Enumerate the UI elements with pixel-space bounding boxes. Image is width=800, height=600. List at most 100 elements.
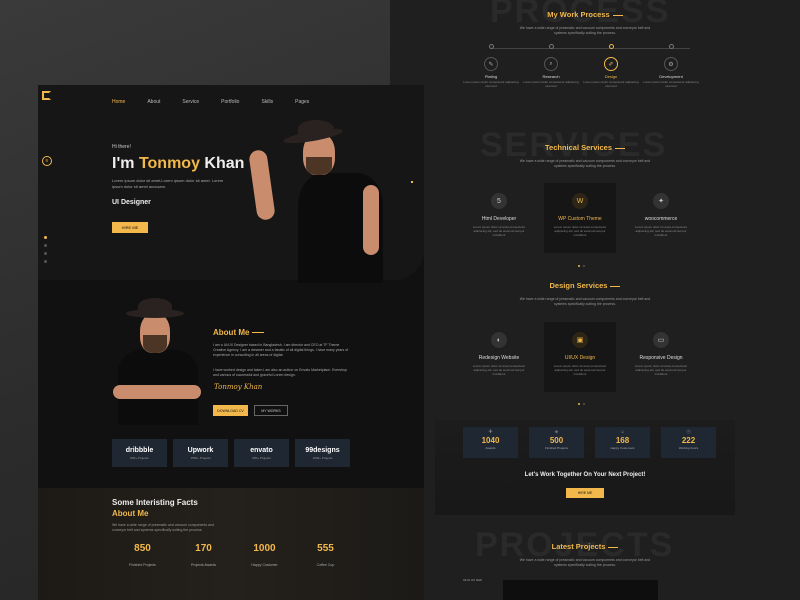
brand-card[interactable]: envato 650+ Projects [234, 439, 289, 467]
download-cv-button[interactable]: DOWNLOAD CV [213, 405, 248, 416]
award-icon: ✚ [488, 429, 493, 435]
pager-dot[interactable] [578, 265, 580, 267]
service-text: Lorem ipsum dolor sit amet,consectetur a… [634, 364, 688, 376]
hero-name-last: Khan [204, 155, 245, 172]
hero-role: UI Designer [112, 199, 151, 206]
stat-label: Finished Projects [544, 446, 568, 450]
nav-pages[interactable]: Pages [295, 99, 309, 105]
nav-portfolio[interactable]: Portfolio [221, 99, 239, 105]
process-title: My Work Process [435, 10, 735, 19]
stat-number: 1040 [481, 436, 500, 445]
service-card[interactable]: 5 Html Developer Lorem ipsum dolor sit a… [463, 183, 535, 253]
brand-name: envato [250, 446, 273, 454]
projects-title: Latest Projects [435, 542, 735, 551]
nav-about[interactable]: About [147, 99, 160, 105]
hero-text: Lorem ipsum dolor sit amet,Lorem ipsum d… [112, 178, 224, 189]
html5-icon: 5 [491, 193, 507, 209]
brand-sub: 600+ Projects [130, 455, 149, 460]
logo-icon[interactable] [42, 91, 51, 100]
portrait-arm [248, 149, 276, 221]
hire-me-button[interactable]: HIRE ME [112, 222, 148, 233]
fact-number: 850 [134, 543, 151, 554]
fact-label: Coffee Cup [316, 563, 335, 567]
menu-icon[interactable]: ≡ [42, 156, 52, 166]
service-name: UI/UX Design [564, 355, 596, 361]
process-step[interactable]: ⌕ Research Lorem ipsum dolor consectetur… [521, 44, 581, 88]
project-thumbnail[interactable] [503, 580, 658, 600]
pager-dot[interactable] [578, 403, 580, 405]
process-step[interactable]: ⚙ Development Lorem ipsum dolor consecte… [641, 44, 701, 88]
service-card[interactable]: ◐ Redesign Website Lorem ipsum dolor sit… [463, 322, 535, 392]
woocommerce-icon: ✦ [653, 193, 669, 209]
my-works-button[interactable]: MY WORKS [254, 405, 288, 416]
brand-card[interactable]: 99designs 1000+ Projects [295, 439, 350, 467]
fact-stat: 1000 Happy Customer [234, 543, 295, 567]
hero-portrait [248, 115, 393, 283]
process-step-text: Lorem ipsum dolor consectetur adipiscing… [643, 80, 699, 88]
fact-label: Projects Awards [190, 563, 217, 567]
service-text: Lorem ipsum dolor sit amet,consectetur a… [553, 225, 607, 237]
redesign-icon: ◐ [491, 332, 507, 348]
process-step-name: Design [604, 74, 618, 79]
brand-list: dribbble 600+ Projects Upwork 1500+ Proj… [112, 439, 350, 467]
tech-pager [578, 265, 585, 267]
fact-number: 1000 [253, 543, 276, 554]
section-dot[interactable] [44, 260, 47, 263]
stat-number: 222 [681, 436, 696, 445]
pager-dot[interactable] [583, 265, 585, 267]
service-name: Responsive Design [639, 355, 683, 361]
portfolio-page-right: PROCESS My Work Process We have a wide r… [435, 0, 735, 600]
about-text-secondary: I have worked design and taken I am also… [213, 368, 347, 377]
service-card[interactable]: ▣ UI/UX Design Lorem ipsum dolor sit ame… [544, 322, 616, 392]
section-dot[interactable] [44, 244, 47, 247]
process-step-name: Development [659, 74, 683, 79]
service-name: WP Custom Theme [558, 216, 602, 222]
process-step-text: Lorem ipsum dolor consectetur adipiscing… [583, 80, 639, 88]
brand-card[interactable]: Upwork 1500+ Projects [173, 439, 228, 467]
about-text: I am a UI/UX Designer based in Banglades… [213, 343, 349, 357]
stats-row: ✚ 1040 Awards ◈ 500 Finished Projects ☺ … [463, 427, 716, 458]
nav-skills[interactable]: Skills [261, 99, 273, 105]
process-step-name: Research [542, 74, 560, 79]
design-pager [578, 403, 585, 405]
portrait-beard [306, 157, 332, 175]
service-card[interactable]: ✦ woocommerce Lorem ipsum dolor sit amet… [625, 183, 697, 253]
pager-dot[interactable] [583, 403, 585, 405]
scroll-indicator [411, 181, 413, 183]
section-dot[interactable] [44, 252, 47, 255]
portrait-beard [143, 335, 167, 353]
service-card[interactable]: W WP Custom Theme Lorem ipsum dolor sit … [544, 183, 616, 253]
process-step[interactable]: ✐ Design Lorem ipsum dolor consectetur a… [581, 44, 641, 88]
process-dot [668, 44, 674, 49]
hero-name-first: Tonmoy [138, 155, 200, 172]
design-icon: ✐ [604, 57, 618, 71]
nav-service[interactable]: Service [182, 99, 199, 105]
facts-title: Some Interisting Facts [112, 498, 198, 507]
facts-text: We have a wide range of preamatic and va… [112, 523, 214, 532]
design-services-subtitle: We have a wide range of preamatic and va… [519, 297, 651, 306]
cta-hire-button[interactable]: HIRE ME [566, 488, 604, 498]
section-dot[interactable] [44, 236, 47, 239]
design-services-title: Design Services [435, 281, 735, 290]
process-step-name: Plating [484, 74, 498, 79]
stat-card: ◷ 222 Working hours [661, 427, 716, 458]
brand-card[interactable]: dribbble 600+ Projects [112, 439, 167, 467]
about-title: About Me [213, 328, 264, 337]
service-card[interactable]: ▭ Responsive Design Lorem ipsum dolor si… [625, 322, 697, 392]
stat-label: Awards [485, 446, 496, 450]
process-dot [608, 44, 614, 49]
fact-label: Finished Projects [129, 563, 156, 567]
facts-stats: 850 Finished Projects 170 Projects Award… [112, 543, 356, 567]
about-portrait [108, 295, 208, 425]
wordpress-icon: W [572, 193, 588, 209]
brand-sub: 1000+ Projects [312, 455, 333, 460]
gear-icon: ⚙ [664, 57, 678, 71]
process-step-text: Lorem ipsum dolor consectetur adipiscing… [463, 80, 519, 88]
project-filters[interactable]: All UI UX Web [463, 578, 482, 582]
customer-icon: ☺ [619, 429, 626, 435]
brand-sub: 1500+ Projects [190, 455, 211, 460]
hero-name-prefix: I'm [112, 155, 135, 172]
nav-home[interactable]: Home [112, 99, 125, 105]
process-step[interactable]: ✎ Plating Lorem ipsum dolor consectetur … [461, 44, 521, 88]
brand-name: dribbble [125, 446, 154, 454]
